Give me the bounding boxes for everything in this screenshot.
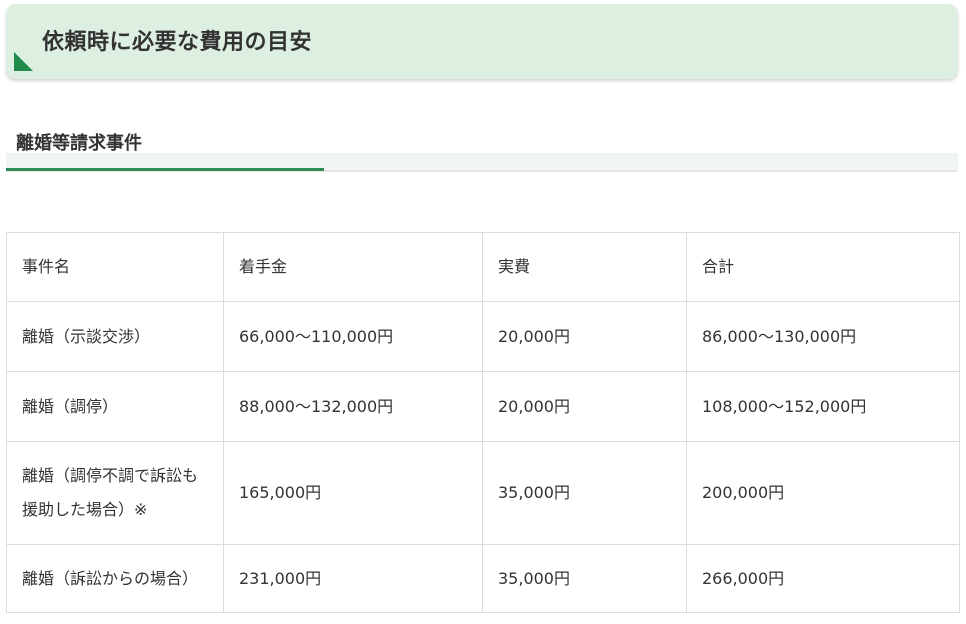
header-actual-cost: 実費 (482, 232, 687, 302)
cell-total: 266,000円 (686, 544, 960, 613)
cell-retainer-fee: 231,000円 (223, 544, 483, 613)
cell-actual-cost: 20,000円 (482, 301, 687, 372)
header-total: 合計 (686, 232, 960, 302)
fee-table: 事件名 着手金 実費 合計 離婚（示談交渉） 66,000～110,000円 2… (6, 232, 960, 613)
subsection-title: 離婚等請求事件 (16, 133, 142, 154)
header-retainer-fee: 着手金 (223, 232, 483, 302)
cell-case-name: 離婚（調停） (6, 371, 224, 442)
table-row: 離婚（示談交渉） 66,000～110,000円 20,000円 86,000～… (6, 301, 960, 372)
header-case-name: 事件名 (6, 232, 224, 302)
cell-retainer-fee: 66,000～110,000円 (223, 301, 483, 372)
cell-case-name: 離婚（訴訟からの場合） (6, 544, 224, 613)
cell-actual-cost: 20,000円 (482, 371, 687, 442)
cell-retainer-fee: 165,000円 (223, 441, 483, 545)
cell-retainer-fee: 88,000～132,000円 (223, 371, 483, 442)
cell-case-name: 離婚（示談交渉） (6, 301, 224, 372)
cell-actual-cost: 35,000円 (482, 544, 687, 613)
cell-total: 200,000円 (686, 441, 960, 545)
subsection-underline-accent (6, 168, 324, 171)
table-row: 離婚（訴訟からの場合） 231,000円 35,000円 266,000円 (6, 544, 960, 613)
corner-triangle-icon (14, 52, 33, 71)
subsection-header: 離婚等請求事件 (6, 126, 958, 172)
cell-actual-cost: 35,000円 (482, 441, 687, 545)
cell-total: 86,000～130,000円 (686, 301, 960, 372)
table-row: 離婚（調停） 88,000～132,000円 20,000円 108,000～1… (6, 371, 960, 442)
cell-case-name: 離婚（調停不調で訴訟も援助した場合）※ (6, 441, 224, 545)
table-row: 離婚（調停不調で訴訟も援助した場合）※ 165,000円 35,000円 200… (6, 441, 960, 545)
section-header: 依頼時に必要な費用の目安 (6, 4, 958, 79)
section-title: 依頼時に必要な費用の目安 (42, 30, 313, 55)
table-header-row: 事件名 着手金 実費 合計 (6, 232, 960, 302)
cell-total: 108,000～152,000円 (686, 371, 960, 442)
